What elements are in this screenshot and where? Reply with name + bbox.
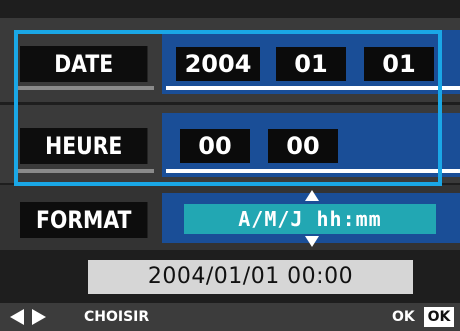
format-selector[interactable]: A/M/J hh:mm [184,204,436,234]
ok-button-icon[interactable]: OK [424,307,454,327]
ok-hint: OK [392,309,415,325]
format-up-arrow-icon[interactable] [305,190,319,201]
left-right-arrows-icon [10,309,66,327]
left-arrow-icon [10,309,24,325]
format-down-arrow-icon[interactable] [305,236,319,247]
choisir-hint: CHOISIR [84,309,150,325]
datetime-summary: 2004/01/01 00:00 [88,260,413,294]
bottom-hint-bar [0,303,460,331]
format-label: FORMAT [20,202,148,238]
camera-date-settings-screen: DATE HEURE FORMAT 2004 01 01 00 00 A/M/J… [0,0,460,331]
right-arrow-icon [32,309,46,325]
selection-highlight-frame [14,30,442,186]
